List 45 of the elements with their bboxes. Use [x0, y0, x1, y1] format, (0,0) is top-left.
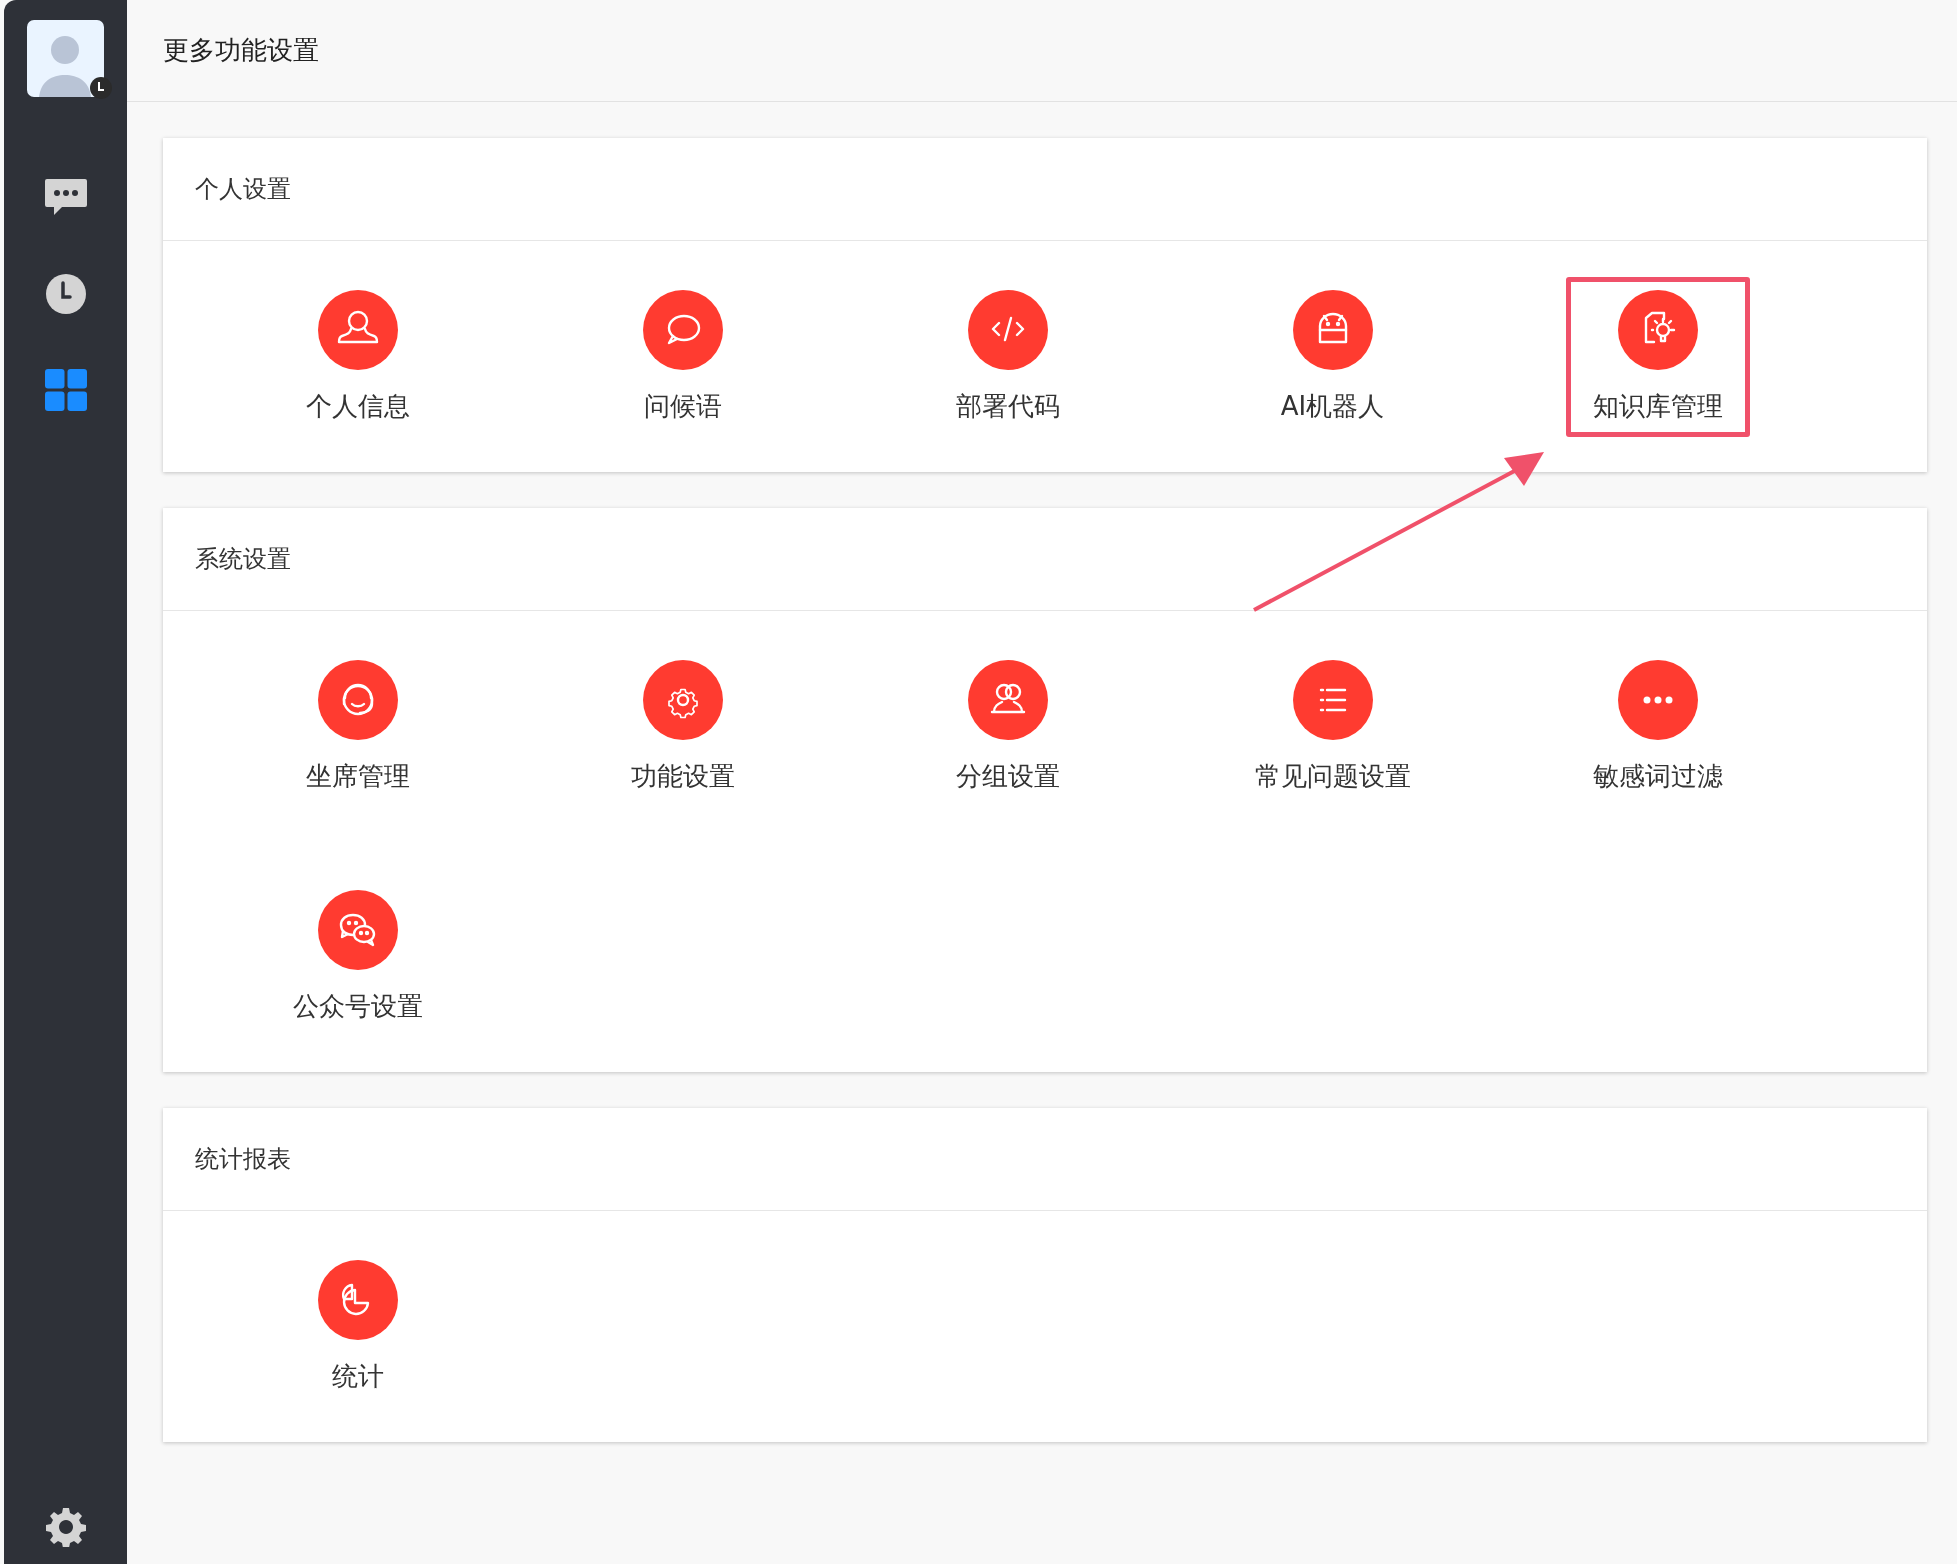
more-icon[interactable] — [1617, 660, 1698, 740]
gear-icon[interactable] — [642, 660, 723, 740]
list-icon[interactable] — [1292, 660, 1373, 740]
feature-tile[interactable]: 部署代码 — [928, 277, 1087, 437]
feature-label[interactable]: 坐席管理 — [305, 760, 410, 792]
feature-tile[interactable]: 功能设置 — [603, 647, 762, 807]
code-icon[interactable] — [967, 290, 1048, 370]
nav-button[interactable] — [42, 367, 89, 413]
person-icon[interactable] — [317, 290, 398, 370]
feature-tile[interactable]: 分组设置 — [928, 647, 1087, 807]
feature-tile[interactable]: 个人信息 — [278, 277, 437, 437]
pie-chart-icon[interactable] — [317, 1260, 398, 1340]
grid-icon — [44, 369, 87, 411]
user-avatar[interactable] — [27, 20, 104, 97]
feature-tile[interactable]: 坐席管理 — [278, 647, 437, 807]
page-title: 更多功能设置 — [163, 34, 319, 67]
feature-tile[interactable]: 常见问题设置 — [1227, 647, 1438, 807]
clock-badge-icon — [90, 77, 112, 99]
feature-label[interactable]: 问候语 — [643, 390, 722, 422]
feature-label[interactable]: AI机器人 — [1280, 390, 1385, 422]
robot-icon[interactable] — [1292, 290, 1373, 370]
chat-bubbles-icon[interactable] — [317, 890, 398, 970]
lightbulb-document-icon[interactable] — [1617, 290, 1698, 370]
section-title: 个人设置 — [195, 174, 291, 205]
feature-label[interactable]: 分组设置 — [955, 760, 1060, 792]
section-title: 统计报表 — [195, 1144, 291, 1175]
feature-tile[interactable]: 公众号设置 — [265, 877, 450, 1037]
feature-label[interactable]: 功能设置 — [630, 760, 735, 792]
feature-label[interactable]: 统计 — [331, 1360, 384, 1392]
settings-icon — [45, 1507, 86, 1547]
feature-label[interactable]: 公众号设置 — [292, 990, 423, 1022]
speech-bubble-icon[interactable] — [642, 290, 723, 370]
section-title: 系统设置 — [195, 544, 291, 575]
feature-label[interactable]: 常见问题设置 — [1254, 760, 1411, 792]
person-silhouette — [39, 36, 91, 97]
feature-label[interactable]: 敏感词过滤 — [1592, 760, 1723, 792]
feature-tile[interactable]: 问候语 — [615, 277, 750, 437]
feature-label[interactable]: 部署代码 — [955, 390, 1060, 422]
clock-icon — [44, 273, 87, 315]
feature-label[interactable]: 知识库管理 — [1592, 390, 1723, 422]
group-icon[interactable] — [967, 660, 1048, 740]
feature-tile[interactable]: 统计 — [290, 1247, 425, 1407]
feature-label[interactable]: 个人信息 — [305, 390, 410, 422]
feature-tile[interactable]: AI机器人 — [1253, 277, 1412, 437]
feature-tile[interactable]: 敏感词过滤 — [1565, 647, 1750, 807]
